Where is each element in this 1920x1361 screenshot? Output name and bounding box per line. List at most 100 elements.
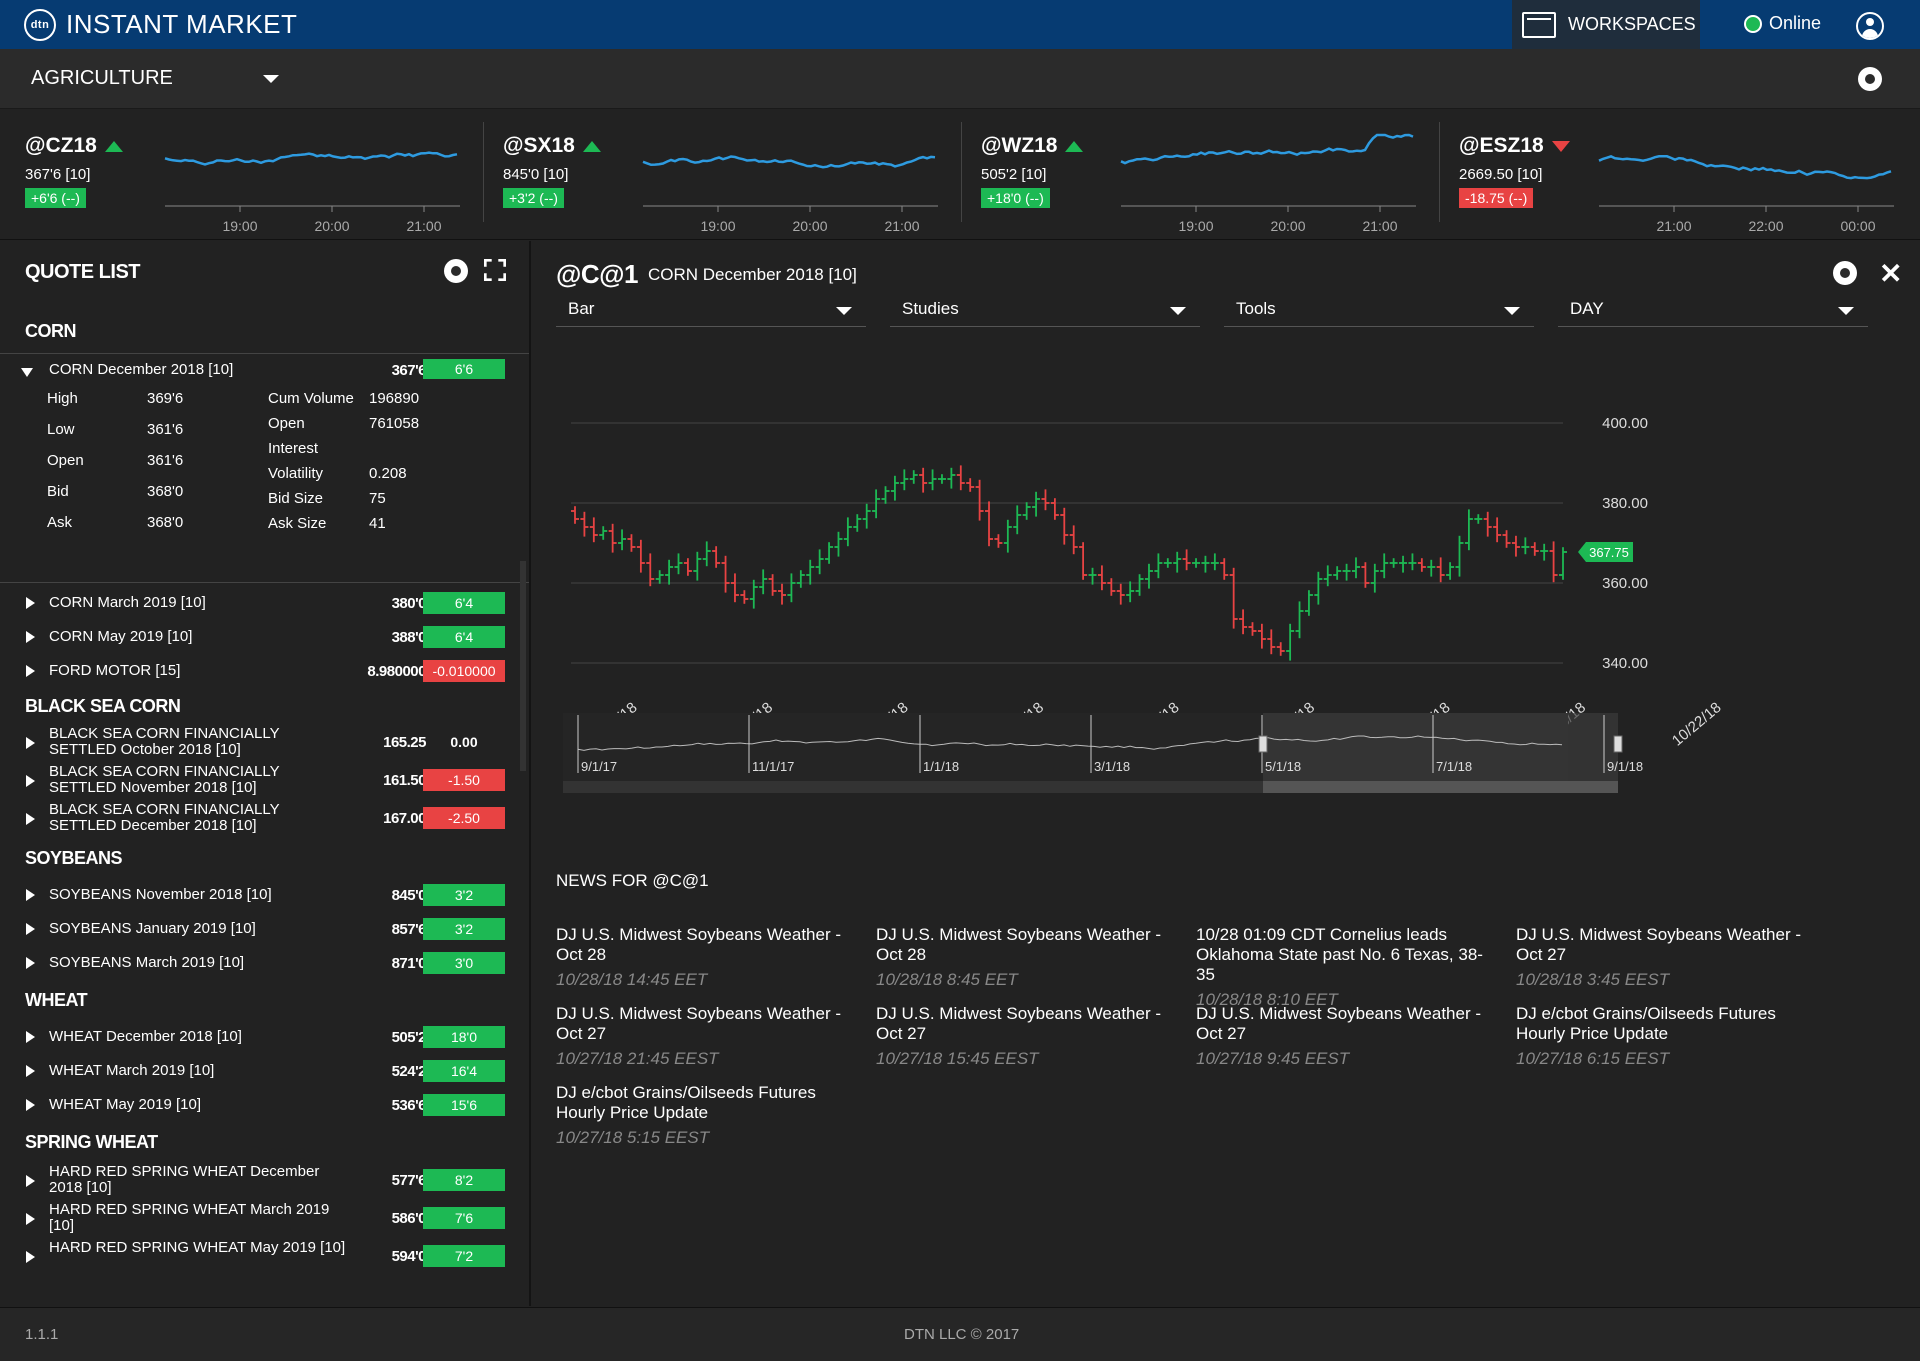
news-headline[interactable]: DJ U.S. Midwest Soybeans Weather - Oct 2… [876,925,1161,964]
news-item[interactable]: DJ U.S. Midwest Soybeans Weather - Oct 2… [556,1004,856,1069]
period-dropdown[interactable]: DAY [1558,293,1868,327]
expand-arrow-icon[interactable] [26,1175,35,1187]
navigator-handle[interactable] [1613,735,1623,753]
news-headline[interactable]: DJ U.S. Midwest Soybeans Weather - Oct 2… [1196,1004,1481,1043]
scrollbar[interactable] [520,561,526,771]
ohlc-bar [655,570,664,584]
chart-type-dropdown[interactable]: Bar [556,293,866,327]
user-avatar-icon[interactable] [1856,12,1884,40]
quote-row[interactable]: BLACK SEA CORN FINANCIALLY SETTLED Octob… [0,724,529,762]
expand-arrow-icon[interactable] [26,1099,35,1111]
close-icon[interactable]: ✕ [1879,257,1902,290]
quote-row[interactable]: CORN May 2019 [10] 388'0 6'4 [0,620,529,654]
quote-row[interactable]: HARD RED SPRING WHEAT May 2019 [10] 594'0… [0,1238,529,1276]
ohlc-bar [1389,558,1398,568]
news-headline[interactable]: DJ U.S. Midwest Soybeans Weather - Oct 2… [876,1004,1161,1043]
ticker-card[interactable]: @SX18 845'0 [10] +3'2 (--) 19:00 20:00 21:00 [478,110,948,240]
quote-row[interactable]: WHEAT December 2018 [10] 505'2 18'0 [0,1020,529,1054]
news-item[interactable]: DJ e/cbot Grains/Oilseeds Futures Hourly… [556,1083,856,1148]
range-navigator[interactable]: 9/1/17 11/1/17 1/1/18 3/1/18 5/1/18 7/1/18 9/1… [563,713,1643,793]
expand-arrow-icon[interactable] [26,957,35,969]
ohlc-bar [1464,509,1473,551]
workspaces-button[interactable]: WORKSPACES [1512,0,1700,49]
expand-icon[interactable] [484,259,506,281]
news-item[interactable]: DJ U.S. Midwest Soybeans Weather - Oct 2… [556,925,856,990]
quote-row[interactable]: SOYBEANS November 2018 [10] 845'0 3'2 [0,878,529,912]
quote-row-expanded[interactable]: CORN December 2018 [10] 367'6 6'6 [0,353,529,383]
detail-value: 368'0 [147,514,184,531]
expand-arrow-icon[interactable] [26,923,35,935]
expand-arrow-icon[interactable] [26,1031,35,1043]
ticker-change: +18'0 (--) [981,188,1050,208]
quote-row[interactable]: HARD RED SPRING WHEAT March 2019 [10] 586… [0,1200,529,1238]
navigator-label: 7/1/18 [1436,759,1472,774]
expand-arrow-icon[interactable] [26,597,35,609]
app-logo[interactable]: dtn INSTANT MARKET [24,8,297,41]
news-item[interactable]: 10/28 01:09 CDT Cornelius leads Oklahoma… [1196,925,1496,1010]
ohlc-bar [1154,553,1163,579]
news-item[interactable]: DJ U.S. Midwest Soybeans Weather - Oct 2… [876,925,1176,990]
expand-arrow-icon[interactable] [26,1213,35,1225]
ohlc-bar [740,590,749,604]
connection-status[interactable]: Online [1744,13,1821,34]
studies-dropdown[interactable]: Studies [890,293,1200,327]
quote-row[interactable]: BLACK SEA CORN FINANCIALLY SETTLED Decem… [0,800,529,838]
ohlc-bar [627,534,636,552]
news-item[interactable]: DJ U.S. Midwest Soybeans Weather - Oct 2… [876,1004,1176,1069]
quote-list-settings-icon[interactable] [444,259,468,283]
quote-row[interactable]: SOYBEANS March 2019 [10] 871'0 3'0 [0,946,529,980]
quote-name: FORD MOTOR [15] [49,662,181,679]
quote-detail: High 369'6 Low 361'6 Open 361'6 Bid 368'… [0,383,529,583]
ticker-sparkline[interactable]: 21:00 22:00 00:00 [1594,120,1894,235]
category-label: AGRICULTURE [31,67,173,89]
quote-price: 871'0 [391,955,427,972]
dropdown-label: Bar [568,299,595,318]
quote-row[interactable]: SOYBEANS January 2019 [10] 857'6 3'2 [0,912,529,946]
tools-dropdown[interactable]: Tools [1224,293,1534,327]
ticker-card[interactable]: @WZ18 505'2 [10] +18'0 (--) 19:00 20:00 21:00 [956,110,1426,240]
ticker-sparkline[interactable]: 19:00 20:00 21:00 [160,120,460,235]
collapse-arrow-icon[interactable] [21,368,33,377]
ticker-change: +3'2 (--) [503,188,564,208]
quote-row[interactable]: BLACK SEA CORN FINANCIALLY SETTLED Novem… [0,762,529,800]
news-item[interactable]: DJ U.S. Midwest Soybeans Weather - Oct 2… [1196,1004,1496,1069]
category-selector[interactable]: AGRICULTURE [31,67,279,90]
quote-row[interactable]: CORN March 2019 [10] 380'0 6'4 [0,586,529,620]
expand-arrow-icon[interactable] [26,1065,35,1077]
group-header-soybeans: SOYBEANS [25,848,123,868]
expand-arrow-icon[interactable] [26,631,35,643]
quote-row[interactable]: FORD MOTOR [15] 8.980000 -0.010000 [0,654,529,688]
ohlc-bar [683,558,692,576]
ticker-price: 367'6 [10] [25,166,91,183]
ticker-card[interactable]: @CZ18 367'6 [10] +6'6 (--) 19:00 20:00 21:00 [0,110,470,240]
chart-settings-icon[interactable] [1833,261,1857,285]
ticker-time-label: 19:00 [1178,218,1213,234]
news-headline[interactable]: DJ e/cbot Grains/Oilseeds Futures Hourly… [1516,1004,1776,1043]
expand-arrow-icon[interactable] [26,1251,35,1263]
news-headline[interactable]: DJ U.S. Midwest Soybeans Weather - Oct 2… [556,925,841,964]
ohlc-bar [947,467,956,489]
expand-arrow-icon[interactable] [26,737,35,749]
navigator-handle[interactable] [1258,735,1268,753]
ticker-sparkline[interactable]: 19:00 20:00 21:00 [1116,120,1416,235]
expand-arrow-icon[interactable] [26,775,35,787]
ohlc-bar [589,517,598,543]
expand-arrow-icon[interactable] [26,665,35,677]
price-chart[interactable]: 400.00380.00360.00340.00367.757/2/187/16… [563,341,1893,841]
news-headline[interactable]: DJ e/cbot Grains/Oilseeds Futures Hourly… [556,1083,816,1122]
ohlc-bar [1013,505,1022,535]
ticker-sparkline[interactable]: 19:00 20:00 21:00 [638,120,938,235]
ticker-card[interactable]: @ESZ18 2669.50 [10] -18.75 (--) 21:00 22:00 0… [1434,110,1904,240]
settings-gear-icon[interactable] [1858,67,1882,91]
ohlc-bar [1050,498,1059,520]
news-headline[interactable]: 10/28 01:09 CDT Cornelius leads Oklahoma… [1196,925,1483,984]
news-item[interactable]: DJ U.S. Midwest Soybeans Weather - Oct 2… [1516,925,1816,990]
quote-row[interactable]: WHEAT March 2019 [10] 524'2 16'4 [0,1054,529,1088]
quote-row[interactable]: WHEAT May 2019 [10] 536'6 15'6 [0,1088,529,1122]
news-headline[interactable]: DJ U.S. Midwest Soybeans Weather - Oct 2… [1516,925,1801,964]
quote-row[interactable]: HARD RED SPRING WHEAT December 2018 [10]… [0,1162,529,1200]
expand-arrow-icon[interactable] [26,889,35,901]
news-headline[interactable]: DJ U.S. Midwest Soybeans Weather - Oct 2… [556,1004,841,1043]
news-item[interactable]: DJ e/cbot Grains/Oilseeds Futures Hourly… [1516,1004,1816,1069]
expand-arrow-icon[interactable] [26,813,35,825]
